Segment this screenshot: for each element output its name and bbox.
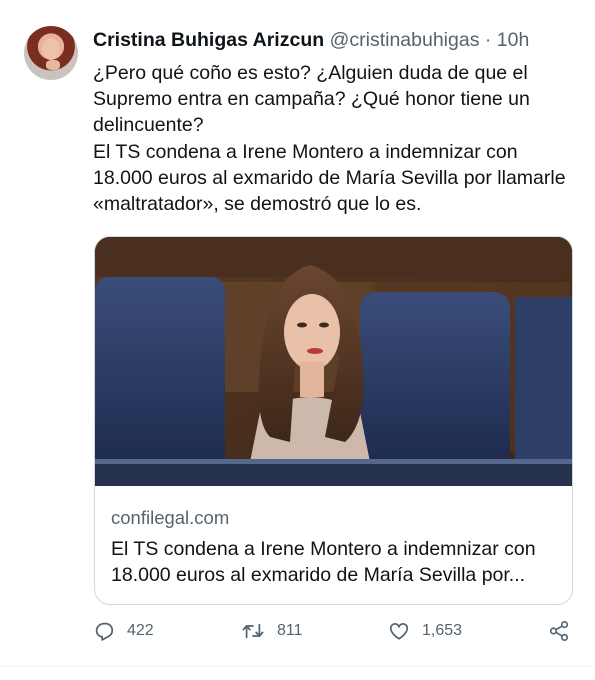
bottom-divider: [0, 666, 595, 667]
card-headline[interactable]: El TS condena a Irene Montero a indemniz…: [111, 536, 556, 588]
author-name[interactable]: Cristina Buhigas Arizcun: [93, 29, 324, 51]
avatar-face: [42, 38, 60, 60]
card-meta: confilegal.com El TS condena a Irene Mon…: [111, 506, 556, 588]
retweet-button[interactable]: 811: [241, 620, 303, 642]
retweet-count: 811: [277, 622, 303, 639]
tweet-header: Cristina Buhigas Arizcun @cristinabuhiga…: [93, 27, 529, 53]
share-icon: [548, 620, 570, 642]
avatar[interactable]: [24, 26, 78, 80]
tweet-text-paragraph-1: ¿Pero qué coño es esto? ¿Alguien duda de…: [93, 62, 530, 137]
reply-icon: [93, 620, 115, 642]
author-handle[interactable]: @cristinabuhigas: [330, 29, 480, 51]
card-domain[interactable]: confilegal.com: [111, 506, 556, 530]
retweet-icon: [241, 620, 265, 642]
separator-dot: ·: [484, 29, 492, 51]
tweet-text: ¿Pero qué coño es esto? ¿Alguien duda de…: [93, 60, 573, 217]
tweet-actions: 422 811 1,653: [93, 620, 573, 650]
avatar-hand: [46, 60, 60, 70]
like-count: 1,653: [422, 622, 463, 639]
tweet-time[interactable]: 10h: [497, 29, 530, 51]
reply-count: 422: [127, 622, 154, 639]
link-preview-card[interactable]: confilegal.com El TS condena a Irene Mon…: [94, 236, 573, 605]
tweet[interactable]: Cristina Buhigas Arizcun @cristinabuhiga…: [0, 0, 595, 680]
card-image[interactable]: [95, 237, 572, 486]
share-button[interactable]: [548, 620, 570, 642]
tweet-text-paragraph-2: El TS condena a Irene Montero a indemniz…: [93, 140, 566, 216]
like-button[interactable]: 1,653: [388, 620, 462, 642]
reply-button[interactable]: 422: [93, 620, 154, 642]
like-icon: [388, 620, 410, 642]
